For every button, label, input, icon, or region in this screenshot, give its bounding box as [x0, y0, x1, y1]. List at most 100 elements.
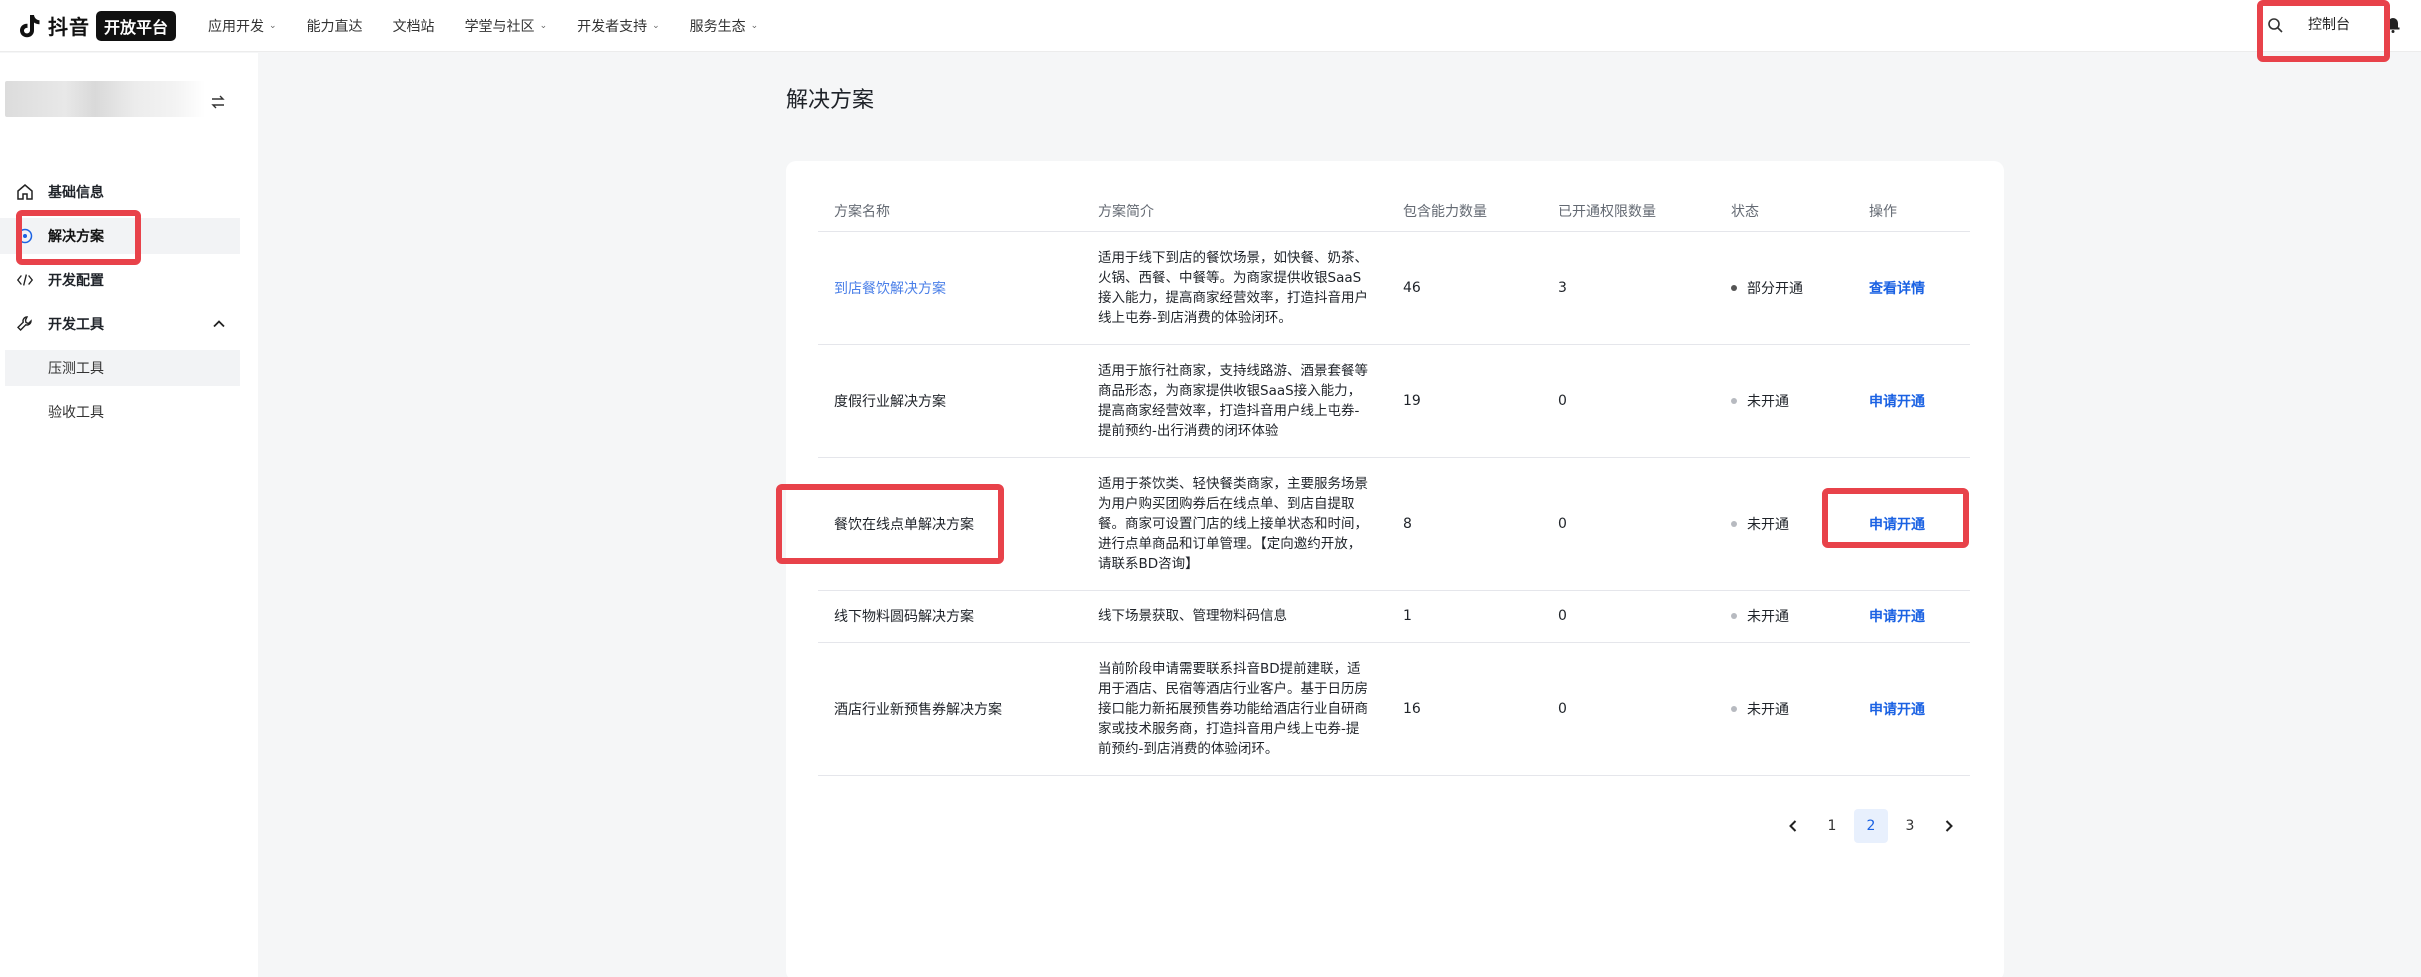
- cell-description: 当前阶段申请需要联系抖音BD提前建联，适用于酒店、民宿等酒店行业客户。基于日历房…: [1082, 642, 1387, 776]
- table-row: 到店餐饮解决方案 适用于线下到店的餐饮场景，如快餐、奶茶、火锅、西餐、中餐等。为商…: [818, 231, 1970, 345]
- status-dot-icon: [1731, 284, 1737, 291]
- cell-name: 度假行业解决方案: [818, 344, 1082, 458]
- solutions-table: 方案名称 方案简介 包含能力数量 已开通权限数量 状态 操作 到店餐饮解决方案适…: [818, 191, 1970, 776]
- table-row: 酒店行业新预售券解决方案 当前阶段申请需要联系抖音BD提前建联，适用于酒店、民宿等…: [818, 642, 1970, 776]
- sidebar-item-label: 解决方案: [48, 229, 104, 245]
- cell-granted: 0: [1542, 642, 1715, 776]
- cell-capabilities: 46: [1387, 231, 1542, 345]
- row-action-link[interactable]: 申请开通: [1869, 609, 1925, 625]
- nav-item[interactable]: 文档站: [393, 16, 435, 36]
- bell-icon[interactable]: [2383, 14, 2403, 34]
- cell-description: 适用于旅行社商家，支持线路游、酒景套餐等商品形态，为商家提供收银SaaS接入能力…: [1082, 344, 1387, 458]
- page-button[interactable]: 3: [1893, 809, 1927, 843]
- nav-item[interactable]: 服务生态 ⌄: [690, 16, 759, 36]
- sidebar-item-dev-tools[interactable]: 开发工具: [0, 306, 240, 342]
- sidebar-subitem-load-test[interactable]: 压测工具: [5, 350, 240, 386]
- status-label: 未开通: [1747, 516, 1789, 533]
- code-icon: [16, 271, 34, 289]
- page-button[interactable]: 2: [1854, 809, 1888, 843]
- chevron-down-icon: ⌄: [539, 20, 548, 31]
- table-row: 餐饮在线点单解决方案 适用于茶饮类、轻快餐类商家，主要服务场景为用户购买团购券后在…: [818, 457, 1970, 591]
- cell-name: 线下物料圆码解决方案: [818, 590, 1082, 643]
- account-avatar-blurred[interactable]: [5, 81, 205, 117]
- column-header-desc: 方案简介: [1082, 191, 1387, 232]
- status-label: 未开通: [1747, 701, 1789, 718]
- chevron-down-icon: ⌄: [652, 20, 660, 31]
- sidebar-subitem-acceptance[interactable]: 验收工具: [5, 394, 240, 430]
- cell-granted: 0: [1542, 457, 1715, 591]
- cell-capabilities: 8: [1387, 457, 1542, 591]
- prev-page-icon[interactable]: [1776, 809, 1810, 843]
- nav-item[interactable]: 学堂与社区 ⌄: [465, 16, 548, 36]
- solution-name: 线下物料圆码解决方案: [834, 609, 974, 625]
- top-navbar: 抖音 开放平台 应用开发 ⌄ 能力直达 文档站 学堂与社区 ⌄ 开发者支持 ⌄ 服务生态 ⌄: [0, 0, 2421, 52]
- brand-badge: 开放平台: [96, 10, 177, 41]
- status-label: 未开通: [1747, 609, 1789, 625]
- cell-status: 未开通: [1715, 642, 1853, 776]
- home-icon: [16, 183, 34, 201]
- sidebar-item-solutions[interactable]: 解决方案: [0, 218, 240, 254]
- next-page-icon[interactable]: [1932, 809, 1966, 843]
- status-badge: 未开通: [1731, 699, 1853, 719]
- row-action-link[interactable]: 申请开通: [1869, 517, 1925, 533]
- row-action-link[interactable]: 申请开通: [1869, 702, 1925, 718]
- douyin-logo-icon: [16, 12, 44, 40]
- solution-name: 酒店行业新预售券解决方案: [834, 701, 1002, 718]
- nav-item-label: 学堂与社区: [464, 18, 535, 35]
- page-button[interactable]: 1: [1815, 809, 1849, 843]
- chevron-down-icon: ⌄: [750, 20, 759, 31]
- cell-name: 餐饮在线点单解决方案: [818, 457, 1082, 591]
- cell-capabilities: 1: [1387, 590, 1542, 643]
- status-badge: 未开通: [1731, 606, 1853, 626]
- cell-name: 酒店行业新预售券解决方案: [818, 642, 1082, 776]
- sidebar-item-label: 开发工具: [48, 317, 104, 333]
- solution-name: 度假行业解决方案: [834, 393, 946, 410]
- table-row: 线下物料圆码解决方案 线下场景获取、管理物料码信息 1 0 未开通 申请开通: [818, 590, 1970, 643]
- solution-name-link[interactable]: 到店餐饮解决方案: [834, 281, 946, 297]
- nav-item-label: 能力直达: [306, 18, 363, 35]
- nav-item-label: 应用开发: [208, 18, 265, 35]
- nav-item[interactable]: 应用开发 ⌄: [208, 16, 277, 36]
- status-dot-icon: [1731, 705, 1737, 712]
- status-dot-icon: [1731, 613, 1737, 619]
- nav-item[interactable]: 能力直达: [307, 16, 363, 36]
- brand-logo[interactable]: 抖音 开放平台: [16, 0, 177, 52]
- brand-name: 抖音: [48, 15, 90, 39]
- sidebar-item-label: 开发配置: [48, 273, 104, 289]
- search-icon[interactable]: [2266, 16, 2286, 36]
- sidebar-item-dev-config[interactable]: 开发配置: [0, 262, 240, 298]
- cell-description: 适用于线下到店的餐饮场景，如快餐、奶茶、火锅、西餐、中餐等。为商家提供收银Saa…: [1082, 231, 1387, 345]
- row-action-link[interactable]: 查看详情: [1869, 281, 1925, 297]
- sidebar-item-basic-info[interactable]: 基础信息: [0, 174, 240, 210]
- status-dot-icon: [1731, 397, 1737, 404]
- cell-action: 申请开通: [1853, 344, 1970, 458]
- row-action-link[interactable]: 申请开通: [1869, 394, 1925, 410]
- console-button[interactable]: 控制台: [2308, 14, 2350, 34]
- table-row: 度假行业解决方案 适用于旅行社商家，支持线路游、酒景套餐等商品形态，为商家提供收银…: [818, 344, 1970, 458]
- cell-action: 申请开通: [1853, 642, 1970, 776]
- column-header-action: 操作: [1853, 191, 1970, 232]
- cell-name[interactable]: 到店餐饮解决方案: [818, 231, 1082, 345]
- cell-description: 线下场景获取、管理物料码信息: [1082, 590, 1387, 643]
- nav-item[interactable]: 开发者支持 ⌄: [577, 16, 660, 36]
- solutions-card: 方案名称 方案简介 包含能力数量 已开通权限数量 状态 操作 到店餐饮解决方案适…: [786, 161, 2004, 977]
- status-label: 未开通: [1747, 393, 1789, 410]
- status-badge: 未开通: [1731, 514, 1853, 534]
- cell-description: 适用于茶饮类、轻快餐类商家，主要服务场景为用户购买团购券后在线点单、到店自提取餐…: [1082, 457, 1387, 591]
- cell-granted: 0: [1542, 590, 1715, 643]
- switch-app-icon[interactable]: [209, 93, 227, 111]
- status-badge: 未开通: [1731, 391, 1853, 411]
- status-label: 部分开通: [1747, 280, 1803, 297]
- cell-status: 部分开通: [1715, 231, 1853, 345]
- pagination: 123: [1776, 809, 1971, 843]
- cell-granted: 3: [1542, 231, 1715, 345]
- main-nav: 应用开发 ⌄ 能力直达 文档站 学堂与社区 ⌄ 开发者支持 ⌄ 服务生态 ⌄: [208, 0, 788, 52]
- chevron-up-icon[interactable]: [212, 317, 226, 331]
- chevron-down-icon: ⌄: [269, 20, 277, 31]
- table-header-row: 方案名称 方案简介 包含能力数量 已开通权限数量 状态 操作: [818, 191, 1970, 232]
- cell-action: 申请开通: [1853, 590, 1970, 643]
- nav-item-label: 开发者支持: [577, 18, 648, 35]
- page-title: 解决方案: [786, 88, 875, 113]
- nav-item-label: 文档站: [392, 18, 435, 35]
- nav-item-label: 服务生态: [689, 18, 746, 35]
